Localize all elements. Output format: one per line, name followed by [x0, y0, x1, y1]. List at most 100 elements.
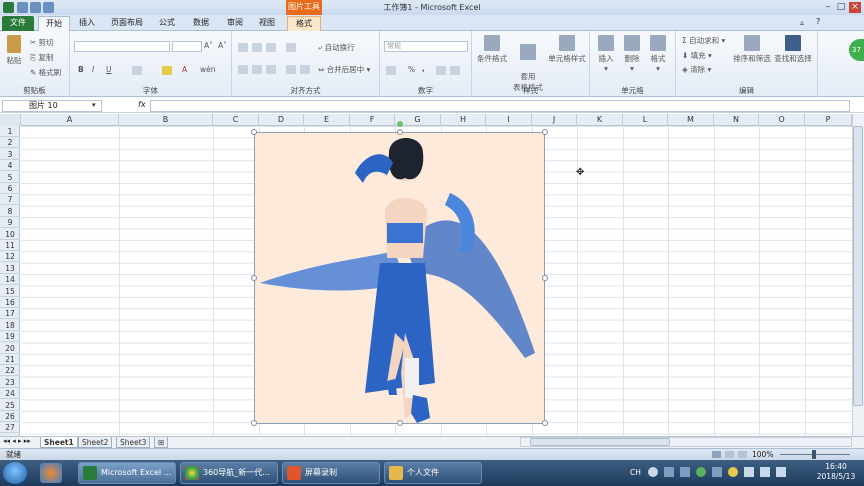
orientation-icon[interactable]: [286, 43, 296, 52]
taskbar-clock[interactable]: 16:40 2018/5/13: [812, 462, 860, 484]
column-header[interactable]: O: [759, 114, 805, 126]
row-header[interactable]: 15: [0, 286, 20, 297]
phonetic-icon[interactable]: wén: [200, 65, 216, 74]
delete-cells-button[interactable]: 删除 ▾: [620, 35, 644, 73]
find-select-button[interactable]: 查找和选择: [772, 35, 814, 64]
tab-formulas[interactable]: 公式: [152, 16, 182, 31]
column-header[interactable]: N: [714, 114, 759, 126]
copy-button[interactable]: ⎘ 复制: [30, 52, 53, 63]
increase-decimal-icon[interactable]: [436, 66, 446, 75]
percent-button[interactable]: %: [408, 65, 415, 74]
column-header[interactable]: J: [532, 114, 577, 126]
normal-view-icon[interactable]: [712, 451, 721, 458]
grow-font-icon[interactable]: A˄: [204, 41, 213, 50]
tab-format[interactable]: 格式: [287, 16, 321, 31]
column-header[interactable]: F: [350, 114, 395, 126]
tab-review[interactable]: 审阅: [220, 16, 250, 31]
column-header[interactable]: E: [304, 114, 350, 126]
row-header[interactable]: 20: [0, 343, 20, 354]
sort-filter-button[interactable]: 排序和筛选: [732, 35, 772, 64]
row-header[interactable]: 25: [0, 400, 20, 411]
insert-function-icon[interactable]: fx: [138, 100, 146, 109]
overlay-badge[interactable]: 37: [849, 39, 864, 61]
column-header[interactable]: A: [21, 114, 119, 126]
paste-button[interactable]: 粘贴: [4, 35, 24, 66]
row-header[interactable]: 11: [0, 240, 20, 251]
sheet-nav-icon[interactable]: ◂◂ ◂ ▸ ▸▸: [3, 437, 31, 445]
help-icon[interactable]: ?: [816, 17, 820, 26]
clear-button[interactable]: ◈ 清除 ▾: [682, 64, 711, 75]
bold-button[interactable]: B: [78, 65, 84, 74]
tab-file[interactable]: 文件: [2, 16, 34, 31]
close-icon[interactable]: ×: [849, 2, 861, 13]
sheet-tab[interactable]: Sheet3: [116, 437, 151, 448]
cell-styles-button[interactable]: 单元格样式: [546, 35, 588, 64]
underline-button[interactable]: U: [106, 65, 112, 74]
column-header[interactable]: B: [119, 114, 213, 126]
zoom-level[interactable]: 100%: [752, 449, 773, 460]
wrap-text-button[interactable]: ⤶ 自动换行: [318, 42, 355, 53]
row-header[interactable]: 8: [0, 206, 20, 217]
column-header[interactable]: D: [259, 114, 304, 126]
tab-home[interactable]: 开始: [38, 16, 70, 31]
formula-input[interactable]: [150, 100, 850, 112]
tray-icon[interactable]: [680, 467, 690, 477]
select-all-corner[interactable]: [0, 114, 21, 126]
taskbar-item-excel[interactable]: Microsoft Excel ...: [78, 462, 176, 484]
flag-icon[interactable]: [760, 467, 770, 477]
fill-color-icon[interactable]: [162, 66, 172, 75]
taskbar-item-recorder[interactable]: 屏幕录制: [282, 462, 380, 484]
row-header[interactable]: 16: [0, 297, 20, 308]
autosum-button[interactable]: Σ 自动求和 ▾: [682, 35, 725, 46]
decrease-indent-icon[interactable]: [286, 65, 296, 74]
resize-handle[interactable]: [397, 129, 403, 135]
resize-handle[interactable]: [251, 129, 257, 135]
fill-button[interactable]: ⬇ 填充 ▾: [682, 50, 712, 61]
font-name-combo[interactable]: [74, 41, 170, 52]
sheet-tab[interactable]: Sheet2: [78, 437, 113, 448]
name-box-dropdown-icon[interactable]: ▾: [92, 101, 96, 109]
volume-icon[interactable]: [776, 467, 786, 477]
increase-indent-icon[interactable]: [300, 65, 310, 74]
currency-icon[interactable]: [386, 66, 396, 75]
align-middle-icon[interactable]: [252, 43, 262, 52]
number-format-combo[interactable]: 常规: [384, 41, 468, 52]
row-header[interactable]: 4: [0, 160, 20, 172]
taskbar-item-folder[interactable]: 个人文件: [384, 462, 482, 484]
horizontal-scroll-thumb[interactable]: [530, 438, 670, 446]
inserted-picture[interactable]: [251, 121, 548, 426]
column-header[interactable]: H: [441, 114, 486, 126]
row-header[interactable]: 26: [0, 411, 20, 422]
merge-center-button[interactable]: ⇔ 合并后居中 ▾: [318, 64, 370, 75]
format-painter-button[interactable]: ✎ 格式刷: [30, 67, 61, 78]
comma-button[interactable]: ,: [422, 64, 425, 73]
vertical-scroll-thumb[interactable]: [853, 126, 863, 406]
row-header[interactable]: 17: [0, 308, 20, 320]
row-header[interactable]: 14: [0, 274, 20, 286]
resize-handle[interactable]: [542, 275, 548, 281]
sheet-tab[interactable]: Sheet1: [40, 437, 78, 448]
insert-sheet-icon[interactable]: ⊞: [154, 437, 169, 448]
tray-icon[interactable]: [728, 467, 738, 477]
row-header[interactable]: 10: [0, 229, 20, 240]
row-header[interactable]: 22: [0, 365, 20, 377]
row-header[interactable]: 2: [0, 137, 20, 149]
ime-indicator[interactable]: CH: [630, 468, 641, 477]
resize-handle[interactable]: [251, 420, 257, 426]
align-left-icon[interactable]: [238, 65, 248, 74]
row-header[interactable]: 3: [0, 149, 20, 160]
pinned-app-icon[interactable]: [40, 463, 62, 483]
decrease-decimal-icon[interactable]: [450, 66, 460, 75]
conditional-format-button[interactable]: 条件格式: [474, 35, 510, 64]
start-button[interactable]: [3, 462, 27, 484]
align-right-icon[interactable]: [266, 65, 276, 74]
column-header[interactable]: L: [623, 114, 668, 126]
border-icon[interactable]: [132, 66, 142, 75]
row-header[interactable]: 7: [0, 194, 20, 206]
align-top-icon[interactable]: [238, 43, 248, 52]
page-layout-view-icon[interactable]: [725, 451, 734, 458]
maximize-icon[interactable]: □: [835, 2, 847, 13]
ribbon-collapse-icon[interactable]: ▵: [800, 18, 804, 27]
row-header[interactable]: 24: [0, 388, 20, 400]
row-header[interactable]: 5: [0, 172, 20, 183]
